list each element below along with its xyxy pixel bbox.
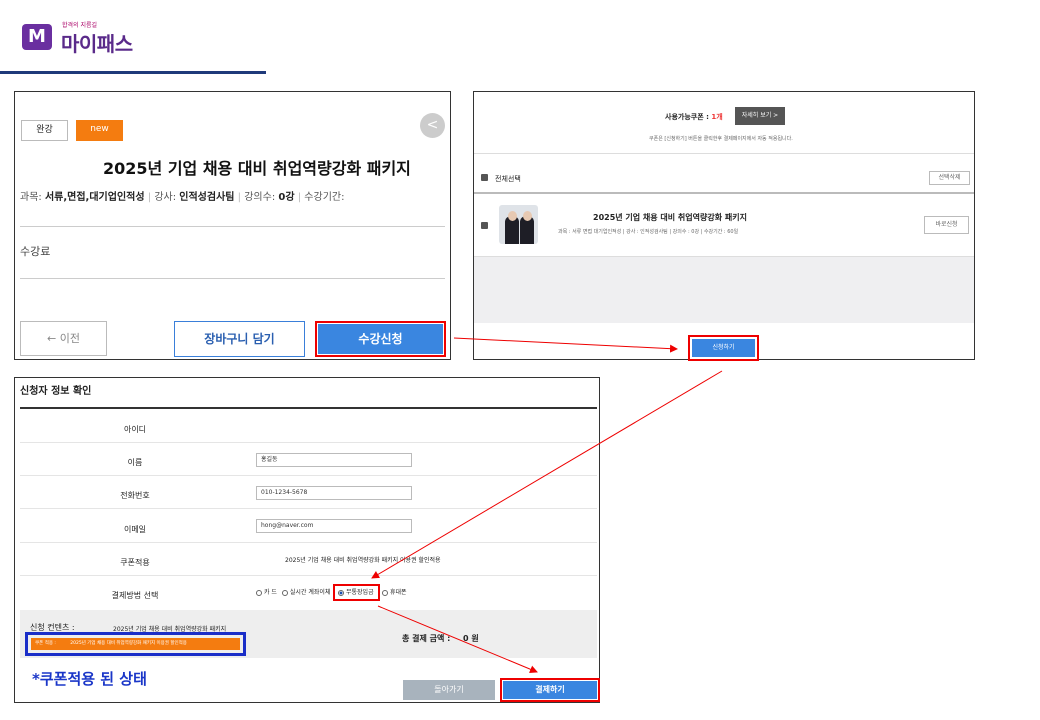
flow-arrows bbox=[371, 337, 723, 674]
arrow-to-payment bbox=[371, 370, 723, 579]
arrow-to-cart bbox=[453, 337, 678, 353]
arrow-to-pay-button bbox=[377, 605, 538, 674]
